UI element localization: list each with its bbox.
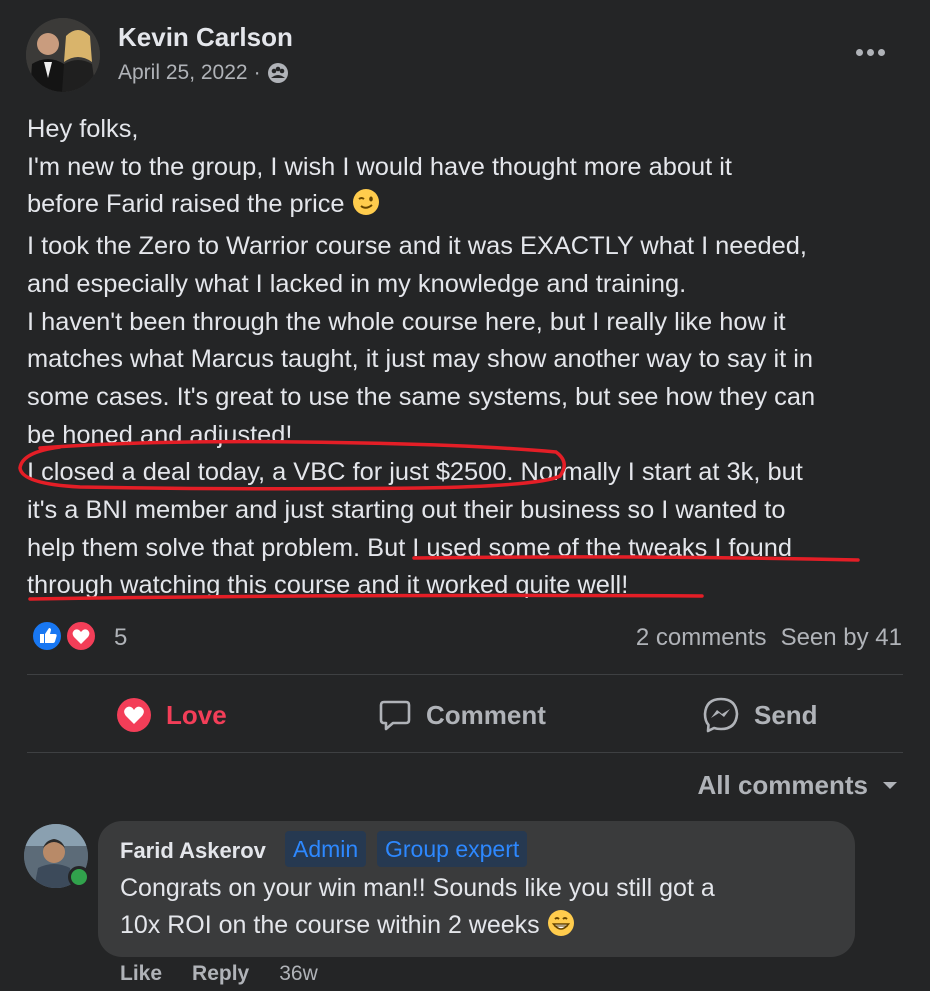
avatar-photo (26, 18, 100, 92)
comment-icon (379, 700, 411, 731)
love-button[interactable]: Love (116, 695, 227, 735)
comment-actions: Like Reply 36w (120, 962, 318, 986)
comment-button[interactable]: Comment (378, 695, 546, 735)
online-status-indicator (68, 866, 90, 888)
comment-label: Comment (426, 699, 546, 730)
highlighted-deal-text: I closed a deal today, a VBC for just $2… (27, 458, 514, 487)
messenger-icon (703, 697, 739, 733)
divider (27, 752, 903, 753)
more-options-icon[interactable] (852, 38, 888, 66)
post-stats: 2 comments Seen by 41 (636, 624, 902, 652)
meta-separator: · (253, 61, 261, 84)
post-line: it's a BNI member and just starting out … (27, 496, 786, 525)
reaction-icons[interactable] (30, 619, 100, 653)
love-icon (65, 620, 97, 652)
post-line: help them solve that problem. But I used… (27, 533, 792, 562)
like-icon (31, 620, 63, 652)
post-line: I'm new to the group, I wish I would hav… (27, 152, 732, 181)
send-label: Send (754, 699, 818, 730)
divider (27, 674, 903, 675)
post-text: Hey folks, I'm new to the group, I wish … (27, 111, 907, 605)
post-meta: April 25, 2022 · (118, 61, 289, 85)
post-line: I took the Zero to Warrior course and it… (27, 232, 807, 261)
comment-line: Congrats on your win man!! Sounds like y… (120, 874, 715, 902)
comment-like-button[interactable]: Like (120, 962, 162, 985)
admin-badge[interactable]: Admin (285, 831, 367, 867)
post-line: and especially what I lacked in my knowl… (27, 269, 687, 298)
author-avatar[interactable] (26, 18, 100, 92)
comment-text: Congrats on your win man!! Sounds like y… (120, 870, 840, 948)
group-expert-badge[interactable]: Group expert (377, 831, 528, 867)
commenter-name[interactable]: Farid Askerov (120, 838, 266, 864)
comment-age[interactable]: 36w (279, 962, 318, 985)
love-label: Love (166, 699, 227, 730)
post-line: be honed and adjusted! (27, 420, 293, 449)
seen-by[interactable]: Seen by 41 (781, 624, 902, 651)
chevron-down-icon (883, 781, 897, 789)
reaction-count[interactable]: 5 (114, 624, 127, 652)
author-name[interactable]: Kevin Carlson (118, 22, 293, 53)
grinning-face-emoji (547, 909, 575, 948)
post-date[interactable]: April 25, 2022 (118, 61, 248, 85)
post-line: I closed a deal today, a VBC for just $2… (27, 458, 803, 487)
comments-count[interactable]: 2 comments (636, 624, 767, 651)
post-line: through watching this course and it work… (27, 571, 629, 600)
send-button[interactable]: Send (702, 695, 818, 735)
post-line: I haven't been through the whole course … (27, 307, 786, 336)
underlined-tweaks-text: But I used some of the tweaks I found (367, 533, 792, 562)
comments-filter[interactable]: All comments (698, 770, 899, 801)
comment-line: 10x ROI on the course within 2 weeks (120, 907, 840, 948)
post-line: Hey folks, (27, 115, 139, 143)
winking-face-emoji (352, 188, 380, 228)
comments-filter-label: All comments (697, 770, 869, 800)
post-line: some cases. It's great to use the same s… (27, 382, 816, 411)
post-line: before Farid raised the price (27, 186, 907, 228)
comment-reply-button[interactable]: Reply (192, 962, 249, 985)
love-icon (117, 698, 151, 732)
group-icon[interactable] (267, 62, 289, 84)
post-line: matches what Marcus taught, it just may … (27, 345, 814, 374)
